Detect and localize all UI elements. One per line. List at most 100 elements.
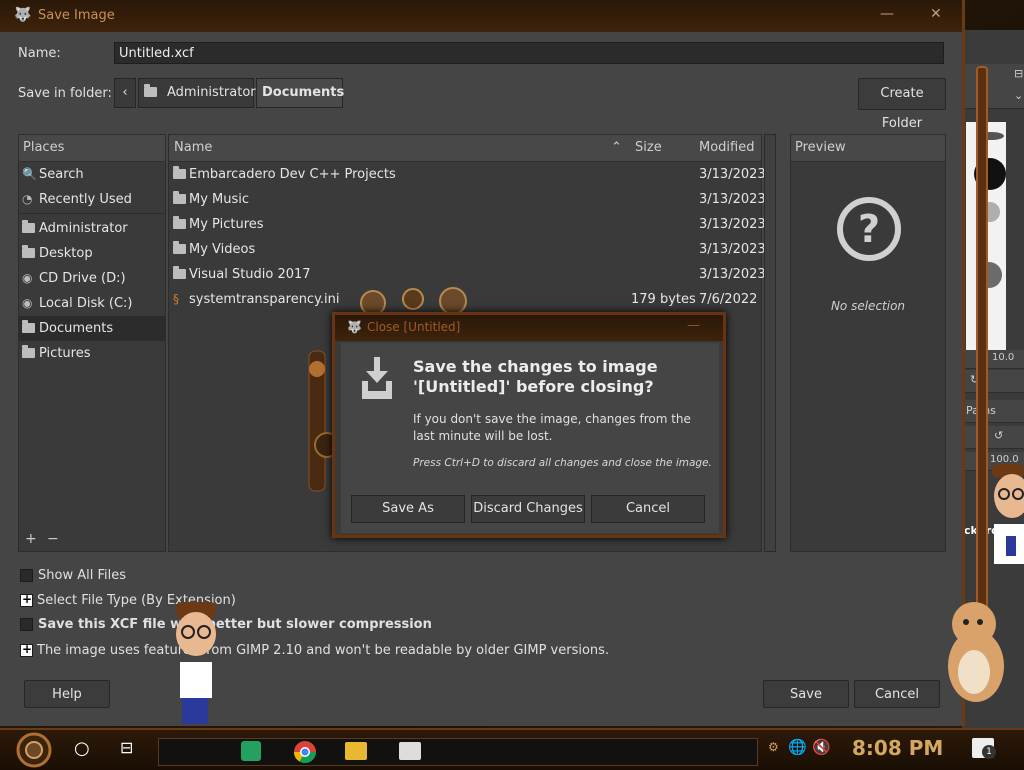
file-row[interactable]: My Videos 3/13/2023 [169, 237, 766, 262]
close-icon[interactable]: — [687, 318, 700, 333]
size-spin[interactable]: 10.0 [992, 352, 1014, 363]
select-file-type-expander[interactable] [20, 592, 33, 607]
folder-label: Save in folder: [18, 86, 112, 101]
place-documents[interactable]: Documents [19, 316, 165, 341]
cancel-button[interactable]: Cancel [854, 680, 940, 708]
file-row[interactable]: My Music 3/13/2023 [169, 187, 766, 212]
gimp-taskbar-icon[interactable] [399, 742, 421, 760]
details-expander[interactable] [20, 642, 33, 657]
folder-icon [173, 262, 186, 287]
save-button[interactable]: Save [763, 680, 849, 708]
chevron-down-icon[interactable]: ⌄ [1014, 89, 1023, 102]
layer-toolbar: ↺ [964, 426, 1024, 449]
task-view-icon[interactable]: ⊟ [120, 738, 133, 757]
minimize-icon[interactable]: — [880, 6, 894, 22]
file-modified: 7/6/2022 [699, 292, 758, 307]
place-cd-drive[interactable]: ◉ CD Drive (D:) [19, 266, 165, 291]
close-icon[interactable]: ✕ [930, 6, 942, 22]
disk-icon: ◉ [22, 296, 33, 310]
close-dialog-titlebar: 🐺 Close [Untitled] — [335, 315, 723, 341]
sort-asc-icon[interactable]: ⌃ [611, 135, 622, 161]
file-row[interactable]: Visual Studio 2017 3/13/2023 [169, 262, 766, 287]
close-dialog: 🐺 Close [Untitled] — Save the changes to… [332, 312, 726, 538]
notification-count: 1 [982, 745, 996, 759]
name-input[interactable]: Untitled.xcf [114, 42, 944, 64]
create-folder-button[interactable]: Create Folder [858, 78, 946, 131]
breadcrumb-label: Administrator [167, 85, 256, 100]
cartoon-character [992, 464, 1024, 564]
file-explorer-icon[interactable] [345, 742, 367, 760]
remove-place-icon[interactable]: − [47, 531, 59, 547]
preview-header: Preview [791, 135, 945, 162]
steampunk-pipe [976, 66, 988, 630]
hamster-character [948, 602, 1004, 702]
folder-icon [173, 237, 186, 262]
search-circle-icon[interactable]: ○ [74, 738, 90, 759]
gear-icon[interactable]: ⚙ [768, 740, 779, 754]
save-download-icon [362, 357, 392, 399]
gimp-icon: 🐺 [347, 320, 362, 334]
volume-muted-icon[interactable]: 🔇 [812, 738, 831, 756]
folder-icon [22, 216, 35, 241]
sheets-app-icon[interactable] [241, 741, 261, 761]
folder-icon [173, 162, 186, 187]
undo-icon[interactable]: ↺ [994, 429, 1003, 442]
folder-icon [22, 316, 35, 341]
close-dialog-title: Close [Untitled] [367, 320, 461, 334]
folder-icon [173, 212, 186, 237]
folder-icon [22, 341, 35, 366]
window-title: Save Image [38, 8, 115, 23]
place-administrator[interactable]: Administrator [19, 216, 165, 241]
place-pictures[interactable]: Pictures [19, 341, 165, 366]
chrome-icon[interactable] [293, 740, 317, 764]
file-modified: 3/13/2023 [699, 242, 766, 257]
breadcrumb-documents[interactable]: Documents [256, 78, 344, 108]
compression-label: Save this XCF file with better but slowe… [38, 617, 432, 632]
divider [19, 213, 165, 214]
place-label: Search [39, 167, 84, 182]
column-modified[interactable]: Modified [699, 135, 754, 161]
file-row[interactable]: My Pictures 3/13/2023 [169, 212, 766, 237]
file-name: Embarcadero Dev C++ Projects [189, 167, 396, 182]
taskbar-clock[interactable]: 8:08 PM [852, 736, 943, 760]
breadcrumb-back-button[interactable]: ‹ [114, 78, 136, 108]
breadcrumb-administrator[interactable]: Administrator [138, 78, 256, 108]
help-button[interactable]: Help [24, 680, 110, 708]
save-as-button[interactable]: Save As [351, 495, 465, 523]
folder-icon [173, 187, 186, 212]
notification-icon[interactable]: 1 [972, 738, 996, 759]
name-label: Name: [18, 46, 61, 61]
network-icon[interactable]: 🌐 [788, 738, 807, 756]
close-dialog-body: Save the changes to image '[Untitled]' b… [341, 343, 719, 533]
tab-row: Paths [964, 400, 1024, 423]
dock-toolbar: ⊟ [964, 64, 1024, 87]
start-button[interactable] [12, 732, 56, 768]
file-row[interactable]: Embarcadero Dev C++ Projects 3/13/2023 [169, 162, 766, 187]
dialog-hint: Press Ctrl+D to discard all changes and … [413, 457, 712, 469]
place-label: Documents [39, 321, 114, 336]
place-recent[interactable]: ◔ Recently Used [19, 187, 165, 212]
dock-menu-icon[interactable]: ⊟ [1014, 67, 1023, 80]
file-modified: 3/13/2023 [699, 192, 766, 207]
search-icon: 🔍 [22, 167, 37, 181]
taskbar-apps [158, 738, 758, 766]
preview-empty-text: No selection [830, 299, 906, 313]
show-all-files-label: Show All Files [38, 568, 126, 583]
dialog-cancel-button[interactable]: Cancel [591, 495, 705, 523]
place-desktop[interactable]: Desktop [19, 241, 165, 266]
title-bar: 🐺 Save Image — ✕ [0, 0, 962, 32]
place-search[interactable]: 🔍 Search [19, 162, 165, 187]
file-list-header: Name ⌃ Size Modified [169, 135, 761, 162]
compression-checkbox[interactable] [20, 618, 33, 631]
place-label: Desktop [39, 246, 93, 261]
show-all-files-checkbox[interactable] [20, 569, 33, 582]
file-modified: 3/13/2023 [699, 267, 766, 282]
add-place-icon[interactable]: + [25, 531, 37, 547]
disc-icon: ◉ [22, 271, 33, 285]
dialog-message: If you don't save the image, changes fro… [413, 412, 691, 443]
column-size[interactable]: Size [635, 135, 662, 161]
place-local-disk[interactable]: ◉ Local Disk (C:) [19, 291, 165, 316]
file-list-scrollbar[interactable] [764, 134, 776, 552]
column-name[interactable]: Name [174, 135, 212, 161]
discard-changes-button[interactable]: Discard Changes [471, 495, 585, 523]
